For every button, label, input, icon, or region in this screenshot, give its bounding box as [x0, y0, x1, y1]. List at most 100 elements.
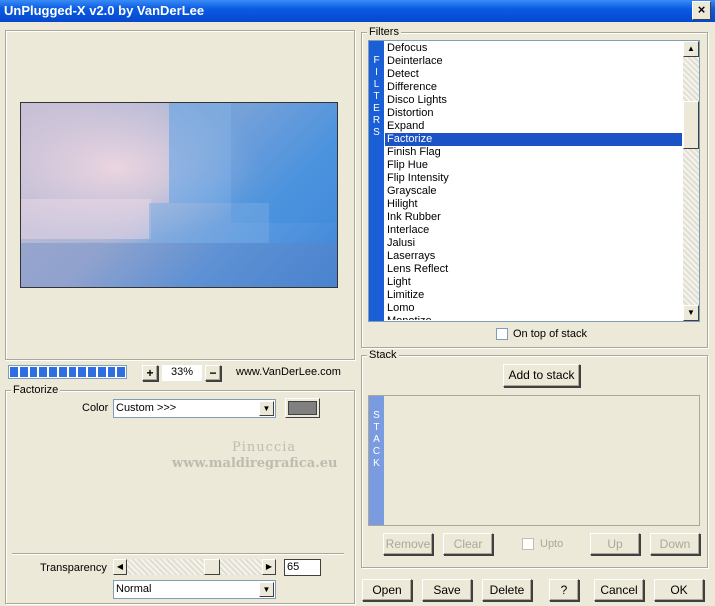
slider-thumb[interactable]	[204, 559, 220, 575]
filters-strip-letter: T	[373, 91, 380, 102]
stack-strip-letter: C	[372, 446, 381, 457]
delete-button[interactable]: Delete	[482, 579, 532, 601]
filter-item[interactable]: Flip Intensity	[385, 172, 682, 185]
filter-item[interactable]: Deinterlace	[385, 55, 682, 68]
on-top-label: On top of stack	[513, 328, 587, 340]
settings-divider	[12, 553, 344, 555]
scroll-thumb[interactable]	[683, 101, 699, 149]
slider-right-arrow-icon[interactable]: ▶	[262, 559, 276, 575]
close-button[interactable]: ×	[692, 1, 711, 20]
filters-strip-letter: F	[373, 55, 380, 66]
watermark-line1: Pinuccia	[232, 440, 297, 455]
filter-item[interactable]: Defocus	[385, 42, 682, 55]
chevron-down-icon[interactable]: ▼	[259, 401, 274, 416]
filter-item[interactable]: Distortion	[385, 107, 682, 120]
progress-segment	[10, 367, 18, 377]
filter-item[interactable]: Ink Rubber	[385, 211, 682, 224]
stack-strip-letter: T	[373, 422, 380, 433]
scroll-track[interactable]	[683, 57, 699, 305]
filter-item[interactable]: Grayscale	[385, 185, 682, 198]
filter-item[interactable]: Jalusi	[385, 237, 682, 250]
transparency-label: Transparency	[40, 562, 107, 574]
open-button[interactable]: Open	[362, 579, 412, 601]
progress-segment	[29, 367, 38, 377]
filter-item[interactable]: Finish Flag	[385, 146, 682, 159]
zoom-out-button[interactable]: −	[205, 365, 221, 381]
upto-checkbox[interactable]	[522, 538, 534, 550]
scroll-up-arrow-icon[interactable]: ▲	[683, 41, 699, 57]
filters-scrollbar[interactable]: ▲ ▼	[683, 41, 699, 321]
preview-image[interactable]	[20, 102, 338, 288]
zoom-in-button[interactable]: +	[142, 365, 158, 381]
remove-button[interactable]: Remove	[383, 533, 433, 555]
stack-strip-letter: K	[373, 458, 380, 469]
preview-panel	[5, 30, 355, 360]
stack-list[interactable]	[385, 396, 699, 525]
scroll-down-arrow-icon[interactable]: ▼	[683, 305, 699, 321]
slider-left-arrow-icon[interactable]: ◀	[113, 559, 127, 575]
clear-button[interactable]: Clear	[443, 533, 493, 555]
filter-item[interactable]: Limitize	[385, 289, 682, 302]
progress-segment	[58, 367, 67, 377]
progress-segment	[117, 367, 125, 377]
add-to-stack-button[interactable]: Add to stack	[503, 364, 580, 387]
slider-track[interactable]	[127, 559, 262, 575]
filter-item[interactable]: Light	[385, 276, 682, 289]
blend-select[interactable]: Normal ▼	[113, 580, 276, 599]
chevron-down-icon[interactable]: ▼	[259, 582, 274, 597]
filter-item[interactable]: Detect	[385, 68, 682, 81]
progress-segment	[78, 367, 86, 377]
upto-label: Upto	[540, 538, 564, 550]
filters-strip-letter: E	[373, 103, 380, 114]
color-select[interactable]: Custom >>> ▼	[113, 399, 276, 418]
filters-strip-letter: R	[372, 115, 381, 126]
stack-strip-letter: S	[373, 410, 380, 421]
progress-segment	[19, 367, 28, 377]
cancel-button[interactable]: Cancel	[594, 579, 644, 601]
filter-item[interactable]: Expand	[385, 120, 682, 133]
window-title: UnPlugged-X v2.0 by VanDerLee	[4, 3, 205, 18]
blend-select-value: Normal	[116, 583, 152, 595]
ok-button[interactable]: OK	[654, 579, 704, 601]
progress-segment	[97, 367, 106, 377]
filter-item[interactable]: Disco Lights	[385, 94, 682, 107]
progress-segment	[39, 367, 47, 377]
down-button[interactable]: Down	[650, 533, 700, 555]
filter-item[interactable]: Laserrays	[385, 250, 682, 263]
stack-list-frame: STACK	[368, 395, 700, 526]
filter-item[interactable]: Interlace	[385, 224, 682, 237]
stack-group-label: Stack	[367, 349, 399, 361]
color-select-value: Custom >>>	[116, 402, 177, 414]
progress-segment	[49, 367, 57, 377]
filter-item[interactable]: Factorize	[385, 133, 682, 146]
title-bar: UnPlugged-X v2.0 by VanDerLee ×	[0, 0, 715, 22]
stack-strip-letter: A	[373, 434, 380, 445]
settings-group-label: Factorize	[11, 384, 61, 396]
filter-item[interactable]: Hilight	[385, 198, 682, 211]
filter-item[interactable]: Flip Hue	[385, 159, 682, 172]
transparency-value[interactable]: 65	[284, 559, 321, 576]
help-button[interactable]: ?	[549, 579, 579, 601]
color-label: Color	[82, 402, 109, 414]
progress-segment	[107, 367, 116, 377]
transparency-slider[interactable]: ◀ ▶	[113, 559, 276, 575]
filter-item[interactable]: Difference	[385, 81, 682, 94]
save-button[interactable]: Save	[422, 579, 472, 601]
filters-strip-letter: S	[373, 127, 380, 138]
filters-list[interactable]: Defocus Deinterlace Detect Difference Disco …	[385, 42, 682, 320]
filters-group-label: Filters	[367, 26, 401, 38]
color-swatch	[288, 401, 317, 415]
stack-strip: STACK	[369, 396, 384, 525]
filter-item[interactable]: Lomo	[385, 302, 682, 315]
progress-segment	[68, 367, 77, 377]
website-link[interactable]: www.VanDerLee.com	[236, 366, 341, 378]
progress-segment	[88, 367, 96, 377]
filter-item[interactable]: Monotize	[385, 315, 682, 320]
filters-strip-letter: I	[375, 67, 378, 78]
on-top-checkbox[interactable]	[496, 328, 508, 340]
color-swatch-button[interactable]	[285, 398, 320, 418]
watermark-line2: www.maldiregrafica.eu	[172, 456, 338, 471]
filter-item[interactable]: Lens Reflect	[385, 263, 682, 276]
filters-strip: FILTERS	[369, 41, 384, 321]
up-button[interactable]: Up	[590, 533, 640, 555]
